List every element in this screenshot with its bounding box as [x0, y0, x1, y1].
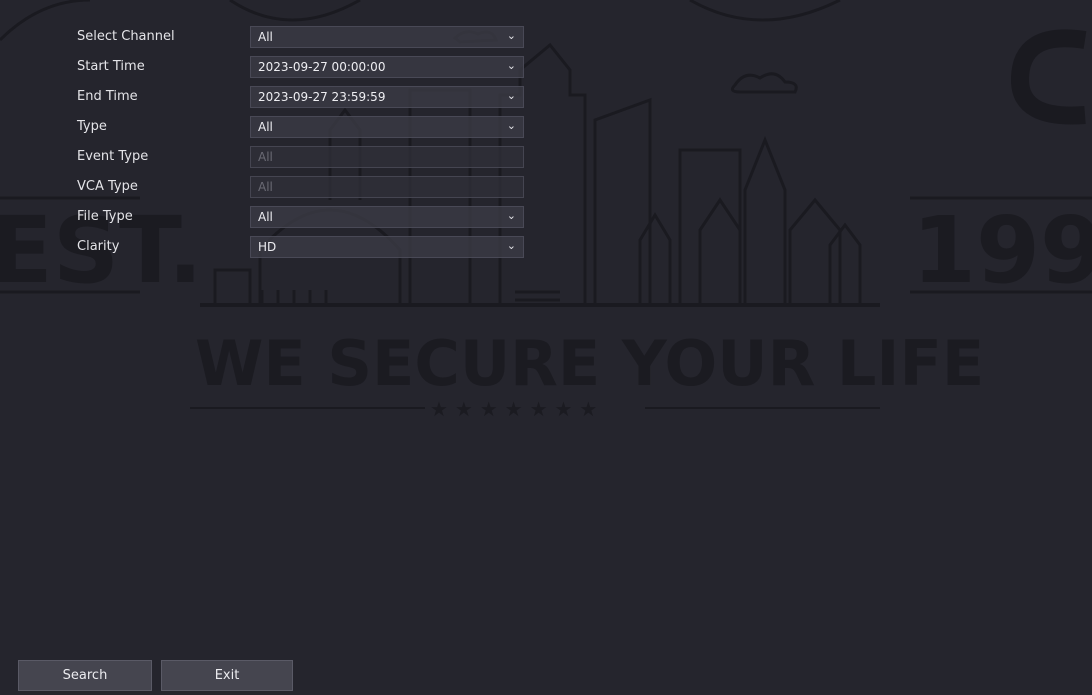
row-vca-type: VCA Type All	[0, 176, 540, 200]
chevron-down-icon: ⌄	[506, 89, 516, 102]
file-type-label: File Type	[77, 209, 133, 224]
vca-type-label: VCA Type	[77, 179, 138, 194]
chevron-down-icon: ⌄	[506, 59, 516, 72]
slogan-watermark: WE SECURE YOUR LIFE	[195, 327, 984, 400]
exit-button[interactable]: Exit	[161, 660, 293, 691]
end-time-value: 2023-09-27 23:59:59	[258, 90, 386, 104]
event-type-label: Event Type	[77, 149, 149, 164]
search-button[interactable]: Search	[18, 660, 152, 691]
select-channel-dropdown[interactable]: All ⌄	[250, 26, 524, 48]
vca-type-dropdown: All	[250, 176, 524, 198]
chevron-down-icon: ⌄	[506, 209, 516, 222]
row-end-time: End Time 2023-09-27 23:59:59 ⌄	[0, 86, 540, 110]
start-time-value: 2023-09-27 00:00:00	[258, 60, 386, 74]
chevron-down-icon: ⌄	[506, 119, 516, 132]
file-type-value: All	[258, 210, 273, 224]
year-watermark: 1998	[912, 197, 1092, 304]
select-channel-value: All	[258, 30, 273, 44]
row-event-type: Event Type All	[0, 146, 540, 170]
event-type-value: All	[258, 150, 273, 164]
row-select-channel: Select Channel All ⌄	[0, 26, 540, 50]
type-label: Type	[77, 119, 107, 134]
stars-watermark: ★ ★ ★ ★ ★ ★ ★	[430, 397, 597, 421]
chevron-down-icon: ⌄	[506, 29, 516, 42]
vca-type-value: All	[258, 180, 273, 194]
start-time-picker[interactable]: 2023-09-27 00:00:00 ⌄	[250, 56, 524, 78]
clarity-value: HD	[258, 240, 277, 254]
file-type-dropdown[interactable]: All ⌄	[250, 206, 524, 228]
end-time-label: End Time	[77, 89, 138, 104]
chevron-down-icon: ⌄	[506, 239, 516, 252]
clarity-dropdown[interactable]: HD ⌄	[250, 236, 524, 258]
row-clarity: Clarity HD ⌄	[0, 236, 540, 260]
row-file-type: File Type All ⌄	[0, 206, 540, 230]
type-value: All	[258, 120, 273, 134]
event-type-dropdown: All	[250, 146, 524, 168]
end-time-picker[interactable]: 2023-09-27 23:59:59 ⌄	[250, 86, 524, 108]
search-form: Select Channel All ⌄ Start Time 2023-09-…	[0, 0, 540, 270]
row-start-time: Start Time 2023-09-27 00:00:00 ⌄	[0, 56, 540, 80]
clarity-label: Clarity	[77, 239, 120, 254]
row-type: Type All ⌄	[0, 116, 540, 140]
start-time-label: Start Time	[77, 59, 145, 74]
type-dropdown[interactable]: All ⌄	[250, 116, 524, 138]
select-channel-label: Select Channel	[77, 29, 175, 44]
